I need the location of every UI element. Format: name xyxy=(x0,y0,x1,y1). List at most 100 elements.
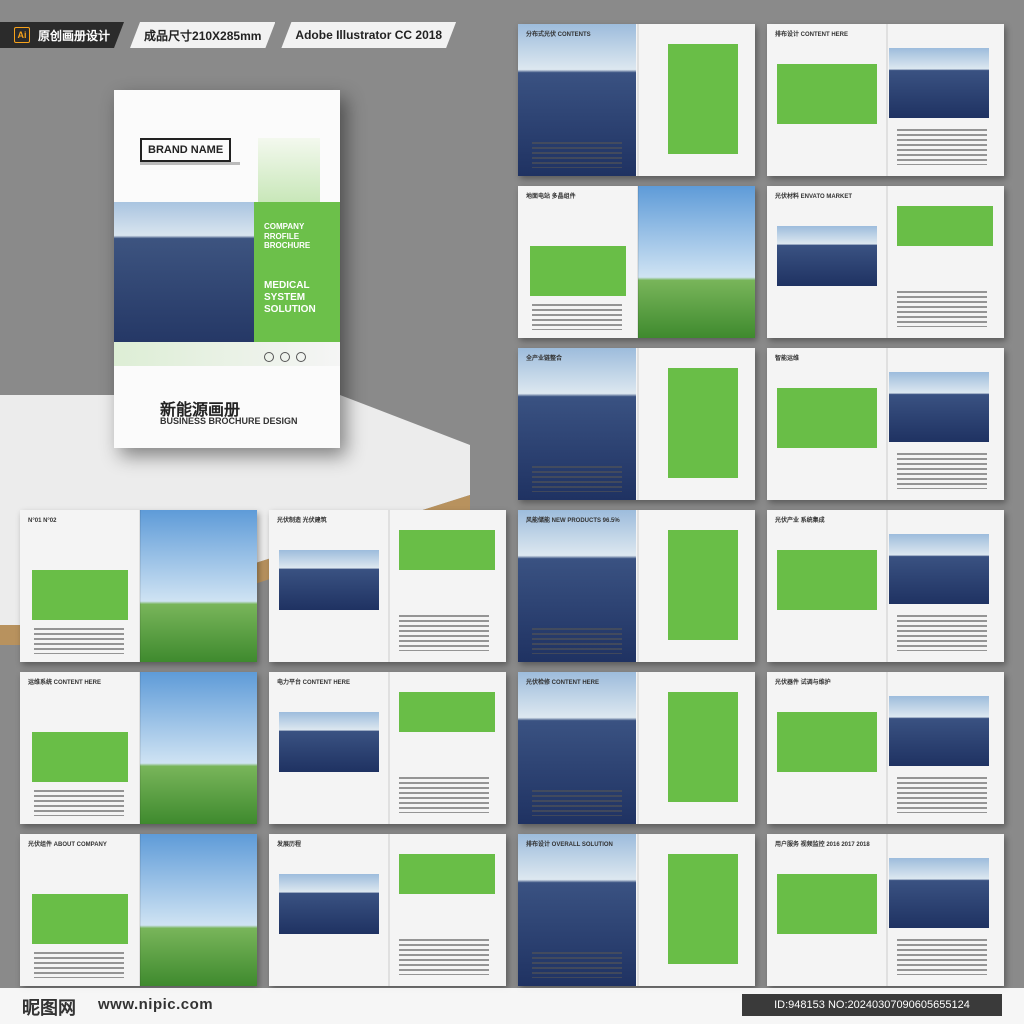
header-title: 原创画册设计 xyxy=(38,28,111,43)
cover-solution-text: MEDICAL SYSTEM SOLUTION xyxy=(264,280,316,315)
spread-text-lines xyxy=(897,777,987,813)
spread-photo xyxy=(889,534,989,604)
spread-text-lines xyxy=(532,790,622,816)
spread-text-lines xyxy=(532,952,622,978)
spread-text-lines xyxy=(399,777,489,813)
illustrator-icon: Ai xyxy=(14,27,30,43)
brochure-spread: 光伏组件 ABOUT COMPANY xyxy=(20,834,257,986)
brochure-spread: 全产业链整合 xyxy=(518,348,755,500)
cover-solar-photo xyxy=(114,202,254,342)
brochure-spread: N°01 N°02 xyxy=(20,510,257,662)
brochure-spread: 用户服务 视频监控 2016 2017 2018 xyxy=(767,834,1004,986)
spread-title: N°01 N°02 xyxy=(28,518,57,524)
spread-title: 发展历程 xyxy=(277,842,302,848)
spread-green-block xyxy=(777,874,877,934)
spread-photo xyxy=(638,186,755,338)
spread-photo xyxy=(889,696,989,766)
spread-photo xyxy=(140,510,257,662)
spread-text-lines xyxy=(34,790,124,816)
spread-green-block xyxy=(530,246,626,296)
spread-text-lines xyxy=(532,628,622,654)
spread-photo xyxy=(140,834,257,986)
spread-text-lines xyxy=(897,129,987,165)
spread-title: 电力平台 CONTENT HERE xyxy=(277,680,351,686)
spread-green-block xyxy=(32,732,128,782)
spread-photo xyxy=(889,858,989,928)
spread-title: 风能储能 NEW PRODUCTS 96.5% xyxy=(526,518,620,524)
spread-text-lines xyxy=(399,939,489,975)
spread-title: 分布式光伏 CONTENTS xyxy=(526,32,591,38)
home-icon xyxy=(264,352,274,362)
watermark-footer: 昵图网 www.nipic.com ID:948153 NO:202403070… xyxy=(0,988,1024,1024)
spread-green-block xyxy=(399,692,495,732)
cover-company-text: COMPANY RROFILE BROCHURE xyxy=(264,222,311,251)
spread-green-block xyxy=(897,206,993,246)
spread-text-lines xyxy=(34,628,124,654)
spread-title: 智能运维 xyxy=(775,356,800,362)
spread-green-block xyxy=(668,44,738,154)
spread-text-lines xyxy=(532,142,622,168)
spread-text-lines xyxy=(897,615,987,651)
brochure-spread: 风能储能 NEW PRODUCTS 96.5% xyxy=(518,510,755,662)
spread-text-lines xyxy=(399,615,489,651)
spread-title: 光伏材料 ENVATO MARKET xyxy=(775,194,853,200)
brochure-spread: 发展历程 xyxy=(269,834,506,986)
spread-photo xyxy=(889,48,989,118)
spread-green-block xyxy=(668,368,738,478)
brochure-spread: 光伏检修 CONTENT HERE xyxy=(518,672,755,824)
spread-green-block xyxy=(668,692,738,802)
spread-photo xyxy=(777,226,877,286)
cover-icon-row xyxy=(264,352,306,362)
header-size: 成品尺寸210X285mm xyxy=(130,22,275,48)
brochure-spread: 光伏材料 ENVATO MARKET xyxy=(767,186,1004,338)
spread-title: 运维系统 CONTENT HERE xyxy=(28,680,102,686)
spread-text-lines xyxy=(897,939,987,975)
spread-text-lines xyxy=(897,453,987,489)
brochure-spread: 光伏器件 试调与维护 xyxy=(767,672,1004,824)
spread-green-block xyxy=(777,550,877,610)
header-software: Adobe Illustrator CC 2018 xyxy=(281,22,456,48)
spread-photo xyxy=(279,712,379,772)
spread-title: 光伏检修 CONTENT HERE xyxy=(526,680,600,686)
brochure-spread: 光伏制造 光伏建筑 xyxy=(269,510,506,662)
cover-title-en: BUSINESS BROCHURE DESIGN xyxy=(160,416,298,426)
spread-green-block xyxy=(399,530,495,570)
brochure-spread: 分布式光伏 CONTENTS xyxy=(518,24,755,176)
brochure-spread: 排布设计 OVERALL SOLUTION xyxy=(518,834,755,986)
brochure-spread: 智能运维 xyxy=(767,348,1004,500)
spread-title: 用户服务 视频监控 2016 2017 2018 xyxy=(775,842,870,848)
spread-title: 光伏器件 试调与维护 xyxy=(775,680,831,686)
site-logo: 昵图网 xyxy=(22,998,76,1019)
car-icon xyxy=(296,352,306,362)
brochure-spread: 电力平台 CONTENT HERE xyxy=(269,672,506,824)
site-url: www.nipic.com xyxy=(98,996,214,1013)
spread-text-lines xyxy=(897,291,987,327)
spread-title: 排布设计 CONTENT HERE xyxy=(775,32,849,38)
cover-subline xyxy=(140,162,240,165)
brochure-spread: 光伏产业 系统集成 xyxy=(767,510,1004,662)
spread-green-block xyxy=(777,712,877,772)
spread-green-block xyxy=(32,570,128,620)
spread-green-block xyxy=(777,64,877,124)
brochure-spread: 地面电站 多晶组件 xyxy=(518,186,755,338)
spread-text-lines xyxy=(34,952,124,978)
shield-icon xyxy=(280,352,290,362)
header-bar: Ai 原创画册设计 成品尺寸210X285mm Adobe Illustrato… xyxy=(0,22,520,48)
spread-title: 排布设计 OVERALL SOLUTION xyxy=(526,842,613,848)
cover-brand: BRAND NAME xyxy=(140,138,232,162)
spread-green-block xyxy=(399,854,495,894)
spread-title: 光伏产业 系统集成 xyxy=(775,518,825,524)
spread-text-lines xyxy=(532,466,622,492)
image-id: ID:948153 NO:20240307090605655124 xyxy=(742,994,1002,1016)
spread-title: 全产业链整合 xyxy=(526,356,563,362)
spread-title: 地面电站 多晶组件 xyxy=(526,194,576,200)
spread-photo xyxy=(140,672,257,824)
header-title-segment: Ai 原创画册设计 xyxy=(0,22,124,48)
spread-green-block xyxy=(668,530,738,640)
spread-text-lines xyxy=(532,304,622,330)
spread-photo xyxy=(889,372,989,442)
spread-green-block xyxy=(777,388,877,448)
cover-light-band xyxy=(114,342,340,366)
brochure-cover: BRAND NAME COMPANY RROFILE BROCHURE MEDI… xyxy=(114,90,340,448)
spread-photo xyxy=(279,550,379,610)
